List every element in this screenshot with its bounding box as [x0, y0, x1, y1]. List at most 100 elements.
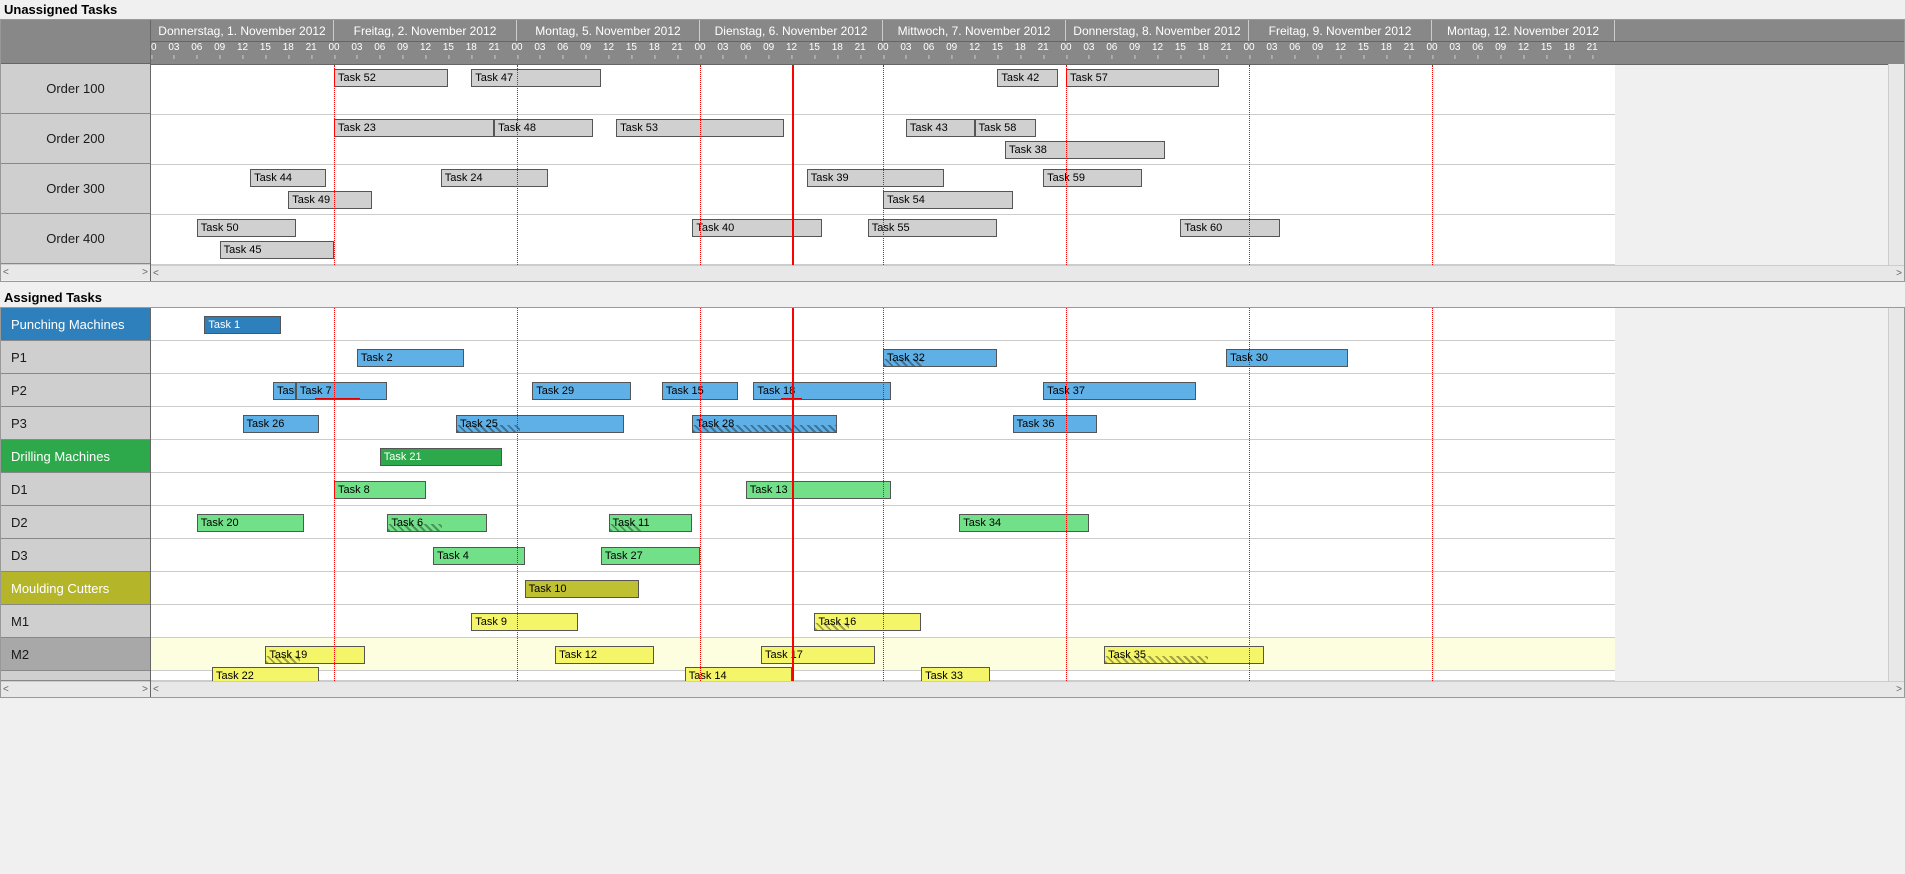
task-bar[interactable]: Task 37 — [1043, 382, 1196, 400]
task-label: Task 30 — [1230, 352, 1268, 364]
task-bar[interactable]: Task 27 — [601, 547, 700, 565]
task-label: Task 14 — [689, 670, 727, 681]
timeline-hour-tick: 15 — [260, 42, 271, 53]
timeline-hour-tick: 18 — [466, 42, 477, 53]
resource-category[interactable]: Punching Machines — [1, 308, 150, 341]
task-bar[interactable]: Task 36 — [1013, 415, 1097, 433]
task-bar[interactable]: Task 38 — [1005, 141, 1165, 159]
row-label[interactable] — [1, 671, 150, 681]
task-bar[interactable]: Task 23 — [334, 119, 494, 137]
task-bar[interactable]: Task 1 — [204, 316, 280, 334]
task-bar[interactable]: Task 13 — [746, 481, 891, 499]
gantt-row: Task 9 Task 16 — [151, 605, 1615, 638]
timeline-hour-tick: 12 — [1518, 42, 1529, 53]
task-bar[interactable]: Task 15 — [662, 382, 738, 400]
task-bar[interactable]: Task 9 — [471, 613, 578, 631]
timeline-hour-tick: 06 — [740, 42, 751, 53]
task-label: Task 21 — [384, 451, 422, 463]
task-bar[interactable]: Task 49 — [288, 191, 372, 209]
task-bar[interactable]: Task 32 — [883, 349, 997, 367]
task-bar[interactable]: Task 39 — [807, 169, 944, 187]
task-bar[interactable]: Task 42 — [997, 69, 1058, 87]
task-label: Task 60 — [1184, 222, 1222, 234]
row-label[interactable]: D1 — [1, 473, 150, 506]
row-label[interactable]: M1 — [1, 605, 150, 638]
task-bar[interactable]: Task 48 — [494, 119, 593, 137]
task-bar[interactable]: Task 18 — [753, 382, 890, 400]
task-bar[interactable]: Task 12 — [555, 646, 654, 664]
task-bar[interactable]: Task 14 — [685, 667, 792, 681]
v-scrollbar[interactable] — [1888, 308, 1904, 681]
task-label: Task 40 — [696, 222, 734, 234]
gantt-row: Task 19 Task 12 Task 17 Task 35 — [151, 638, 1615, 671]
task-bar[interactable]: Task 30 — [1226, 349, 1348, 367]
task-bar[interactable]: Task 29 — [532, 382, 631, 400]
task-bar[interactable]: Task 60 — [1180, 219, 1279, 237]
task-bar[interactable]: Task 2 — [357, 349, 464, 367]
task-bar[interactable]: Task 26 — [243, 415, 319, 433]
row-label[interactable]: P2 — [1, 374, 150, 407]
task-bar[interactable]: Task 34 — [959, 514, 1089, 532]
task-bar[interactable]: Task 3 — [273, 382, 296, 400]
task-bar[interactable]: Task 44 — [250, 169, 326, 187]
task-bar[interactable]: Task 47 — [471, 69, 601, 87]
row-label[interactable]: Order 300 — [1, 164, 150, 214]
timeline-hour-tick: 06 — [923, 42, 934, 53]
task-bar[interactable]: Task 17 — [761, 646, 875, 664]
task-bar[interactable]: Task 52 — [334, 69, 448, 87]
task-bar[interactable]: Task 40 — [692, 219, 822, 237]
task-bar[interactable]: Task 57 — [1066, 69, 1219, 87]
v-scrollbar[interactable] — [1888, 64, 1904, 265]
task-bar[interactable]: Task 20 — [197, 514, 304, 532]
task-bar[interactable]: Task 28 — [692, 415, 837, 433]
row-label[interactable]: P1 — [1, 341, 150, 374]
task-bar[interactable]: Task 7 — [296, 382, 388, 400]
task-bar[interactable]: Task 16 — [814, 613, 921, 631]
task-bar[interactable]: Task 53 — [616, 119, 784, 137]
task-bar[interactable]: Task 25 — [456, 415, 624, 433]
left-header-blank — [1, 20, 150, 64]
task-bar[interactable]: Task 8 — [334, 481, 426, 499]
task-bar[interactable]: Task 59 — [1043, 169, 1142, 187]
task-label: Task 47 — [475, 72, 513, 84]
row-label[interactable]: Order 400 — [1, 214, 150, 264]
task-bar[interactable]: Task 35 — [1104, 646, 1264, 664]
row-label[interactable]: D2 — [1, 506, 150, 539]
gantt-row: Task 2 Task 32 Task 30 — [151, 341, 1615, 374]
row-label[interactable]: Order 100 — [1, 64, 150, 114]
timeline-hour-tick: 06 — [1289, 42, 1300, 53]
task-bar[interactable]: Task 43 — [906, 119, 975, 137]
row-label[interactable]: D3 — [1, 539, 150, 572]
row-label[interactable]: P3 — [1, 407, 150, 440]
timeline-hour-tick: 15 — [626, 42, 637, 53]
task-bar[interactable]: Task 10 — [525, 580, 639, 598]
task-label: Task 1 — [208, 319, 240, 331]
task-label: Task 4 — [437, 550, 469, 562]
h-scrollbar[interactable]: <> — [151, 265, 1904, 281]
timeline-day-header: Donnerstag, 8. November 2012 — [1066, 20, 1249, 41]
resource-category[interactable]: Drilling Machines — [1, 440, 150, 473]
task-bar[interactable]: Task 24 — [441, 169, 548, 187]
task-bar[interactable]: Task 4 — [433, 547, 525, 565]
timeline-hour-tick: 03 — [534, 42, 545, 53]
task-bar[interactable]: Task 50 — [197, 219, 296, 237]
task-bar[interactable]: Task 58 — [975, 119, 1036, 137]
h-scrollbar[interactable]: <> — [151, 681, 1904, 697]
task-label: Task 57 — [1070, 72, 1108, 84]
task-bar[interactable]: Task 6 — [387, 514, 486, 532]
task-bar[interactable]: Task 22 — [212, 667, 319, 681]
task-bar[interactable]: Task 54 — [883, 191, 1013, 209]
timeline-hour-tick: 06 — [1106, 42, 1117, 53]
h-scrollbar[interactable]: <> — [1, 681, 150, 697]
task-bar[interactable]: Task 55 — [868, 219, 998, 237]
timeline-hour-tick: 12 — [1335, 42, 1346, 53]
task-bar[interactable]: Task 21 — [380, 448, 502, 466]
task-bar[interactable]: Task 45 — [220, 241, 334, 259]
resource-category[interactable]: Moulding Cutters — [1, 572, 150, 605]
row-label[interactable]: Order 200 — [1, 114, 150, 164]
task-bar[interactable]: Task 11 — [609, 514, 693, 532]
row-label[interactable]: M2 — [1, 638, 150, 671]
h-scrollbar[interactable]: <> — [1, 264, 150, 280]
task-bar[interactable]: Task 33 — [921, 667, 990, 681]
task-bar[interactable]: Task 19 — [265, 646, 364, 664]
